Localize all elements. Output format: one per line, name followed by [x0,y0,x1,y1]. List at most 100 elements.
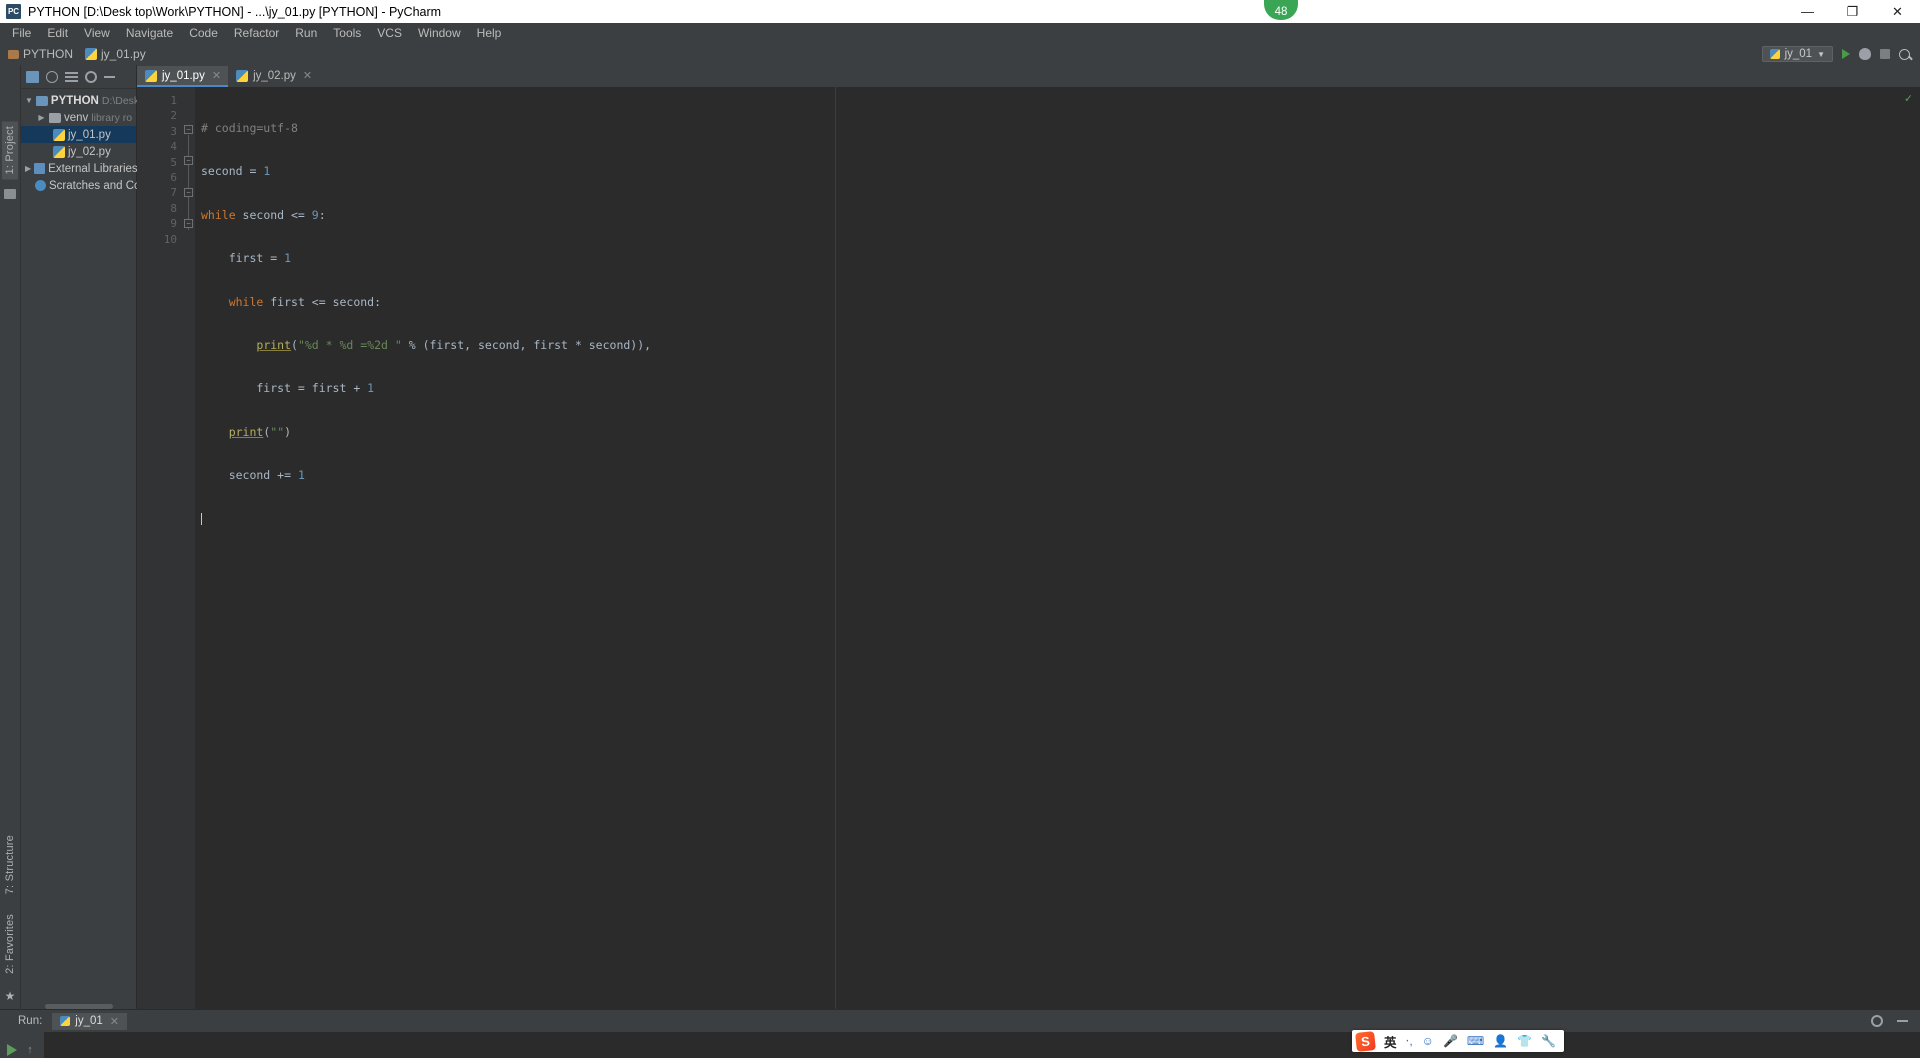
tab-jy_02[interactable]: jy_02.py ✕ [228,66,320,87]
run-rail-row: ↑ [7,1038,37,1058]
sidebar-tab-favorites[interactable]: 2: Favorites [2,909,18,979]
tree-row[interactable]: Scratches and Con [21,177,147,194]
gear-icon[interactable] [85,70,97,83]
code-content[interactable]: # coding=utf-8 second = 1 while second <… [195,87,1920,1009]
stop-button[interactable] [1880,49,1890,59]
menu-tools[interactable]: Tools [325,23,369,43]
chevron-collapsed-icon[interactable]: ▶ [37,113,46,122]
ime-voice-icon[interactable]: 🎤 [1443,1034,1458,1048]
ime-settings-icon[interactable]: 🔧 [1541,1034,1556,1048]
fold-marker-inner-end[interactable]: − [184,188,193,197]
sidebar-tab-project[interactable]: 1: Project [2,121,18,180]
minimize-button[interactable]: — [1785,0,1830,23]
favorites-star-icon: ★ [4,989,16,1003]
breadcrumb-project[interactable]: PYTHON [8,47,73,61]
ime-punctuation-icon[interactable]: ‧, [1406,1034,1413,1048]
sidebar-tab-structure[interactable]: 7: Structure [2,830,18,899]
close-icon[interactable]: ✕ [110,1015,119,1028]
code-line-8: print("") [195,425,1920,440]
code-text: first = first + [201,381,368,396]
close-button[interactable]: ✕ [1875,0,1920,23]
tree-row[interactable]: ▶ venv library ro [21,109,136,126]
folder-icon [8,49,19,59]
code-text: first = [201,251,285,266]
tree-item-label: PYTHON [50,94,99,107]
ime-keyboard-icon[interactable]: ⌨ [1467,1034,1484,1048]
right-margin-line [835,87,836,1009]
run-config-label: jy_01 [1784,48,1813,60]
menu-run[interactable]: Run [287,23,325,43]
ime-emoji-icon[interactable]: ☺ [1422,1034,1434,1048]
tree-row[interactable]: jy_01.py [21,126,136,143]
search-everywhere-icon[interactable] [1899,48,1910,60]
rerun-button[interactable] [7,1044,17,1056]
ime-skin-icon[interactable]: 👕 [1517,1034,1532,1048]
menu-help[interactable]: Help [469,23,510,43]
select-opened-file-icon[interactable] [26,70,39,83]
navigation-bar: PYTHON jy_01.py jy_01 ▼ [0,43,1920,65]
tab-jy_01[interactable]: jy_01.py ✕ [137,66,229,87]
ime-user-icon[interactable]: 👤 [1493,1034,1508,1048]
run-console-output[interactable]: "D:\Desk top\Work\PYTHON\venv\Scripts\py… [44,1032,1920,1058]
tree-item-label: jy_01.py [68,128,111,141]
code-number: 1 [297,468,305,483]
editor-area: jy_01.py ✕ jy_02.py ✕ 1 2 3 4 5 6 7 8 9 … [137,65,1920,1009]
code-comment: # coding=utf-8 [201,121,298,135]
fold-marker-while-inner[interactable]: − [184,156,193,165]
project-tree: ▼ PYTHON D:\Desk ▶ venv library ro jy_01… [21,89,147,1001]
menu-edit[interactable]: Edit [39,23,76,43]
code-folding-gutter: − − − − [183,87,195,1009]
close-icon[interactable]: ✕ [212,69,221,82]
python-file-icon [53,128,65,141]
tree-row[interactable]: ▼ PYTHON D:\Desk [21,92,139,109]
python-file-icon [236,69,249,82]
collapse-all-icon[interactable] [65,71,78,82]
run-session-label: jy_01 [75,1015,103,1027]
menu-vcs[interactable]: VCS [369,23,410,43]
hide-panel-icon[interactable] [104,75,115,78]
code-text: % (first, second, first * second)), [401,337,652,352]
run-configuration-selector[interactable]: jy_01 ▼ [1761,46,1833,62]
window-controls: — ❐ ✕ [1785,0,1920,23]
code-number: 1 [284,251,292,266]
main-body: 1: Project 7: Structure 2: Favorites ★ ▼ [0,65,1920,1009]
gear-icon[interactable] [1871,1015,1883,1027]
tree-row[interactable]: jy_02.py [21,143,136,160]
fold-marker-while-outer[interactable]: − [184,125,193,134]
tree-item-label: Scratches and Con [49,179,147,192]
menu-refactor[interactable]: Refactor [226,23,287,43]
line-number: 4 [170,140,177,154]
window-title-bar: PC PYTHON [D:\Desk top\Work\PYTHON] - ..… [0,0,1920,23]
menu-window[interactable]: Window [410,23,469,43]
code-text: second += [201,468,298,483]
menu-file[interactable]: File [4,23,39,43]
line-number: 5 [170,155,177,169]
inspection-ok-icon[interactable]: ✓ [1905,91,1912,105]
scroll-from-source-icon[interactable] [46,70,58,83]
maximize-button[interactable]: ❐ [1830,0,1875,23]
line-number: 8 [170,201,177,215]
line-number: 10 [163,232,177,246]
run-session-tab[interactable]: jy_01 ✕ [52,1012,128,1030]
hide-panel-icon[interactable] [1897,1020,1908,1022]
ime-toolbar: S 英 ‧, ☺ 🎤 ⌨ 👤 👕 🔧 [1352,1030,1565,1052]
tree-row[interactable]: ▶ External Libraries [21,160,138,177]
tab-label: jy_02.py [253,69,296,82]
menu-navigate[interactable]: Navigate [118,23,181,43]
chevron-collapsed-icon[interactable]: ▶ [25,164,31,173]
menu-code[interactable]: Code [181,23,226,43]
debug-button[interactable] [1859,48,1871,60]
code-editor[interactable]: 1 2 3 4 5 6 7 8 9 10 − − − − # coding=ut… [137,87,1920,1009]
close-icon[interactable]: ✕ [303,69,312,82]
sogou-logo-icon[interactable]: S [1355,1030,1376,1052]
ime-language-toggle[interactable]: 英 [1384,1032,1397,1051]
fold-marker-outer-end[interactable]: − [184,219,193,228]
run-button[interactable] [1842,49,1850,59]
chevron-expanded-icon[interactable]: ▼ [25,96,33,105]
breadcrumb-file[interactable]: jy_01.py [85,47,146,61]
scroll-up-icon[interactable]: ↑ [23,1043,37,1057]
project-horizontal-scrollbar[interactable] [45,1004,113,1009]
code-line-10 [195,512,1920,527]
menu-view[interactable]: View [76,23,118,43]
